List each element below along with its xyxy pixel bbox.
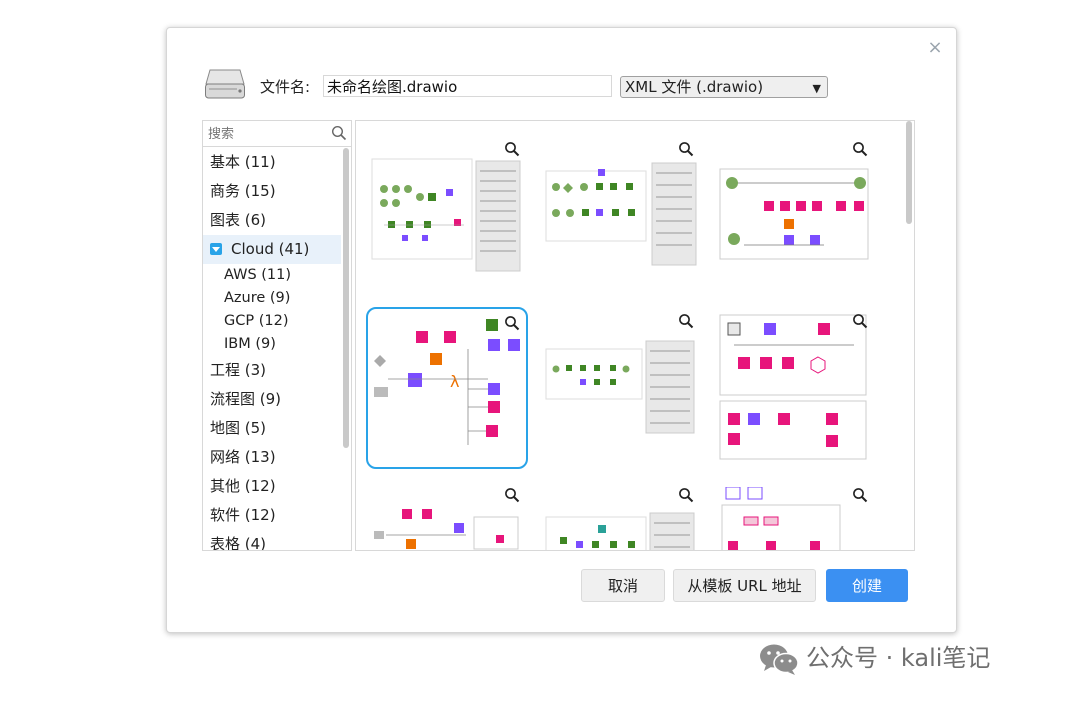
category-engineering[interactable]: 工程 (3) (203, 356, 341, 385)
zoom-icon[interactable] (678, 141, 694, 157)
category-flowchart[interactable]: 流程图 (9) (203, 385, 341, 414)
category-charts[interactable]: 图表 (6) (203, 206, 341, 235)
search-box (203, 121, 351, 147)
category-basic[interactable]: 基本 (11) (203, 148, 341, 177)
zoom-icon[interactable] (504, 141, 520, 157)
create-button[interactable]: 创建 (826, 569, 908, 602)
category-panel: 基本 (11) 商务 (15) 图表 (6) Cloud (41) AWS (1… (202, 120, 352, 551)
from-template-url-button[interactable]: 从模板 URL 地址 (673, 569, 816, 602)
category-tables[interactable]: 表格 (4) (203, 530, 341, 550)
template-thumbnail[interactable] (540, 141, 702, 303)
format-select[interactable]: XML 文件 (.drawio) ▼ (620, 76, 828, 98)
drive-icon (205, 69, 245, 99)
zoom-icon[interactable] (504, 315, 520, 331)
zoom-icon[interactable] (678, 487, 694, 503)
category-scrollbar[interactable] (343, 148, 349, 448)
category-cloud-label: Cloud (41) (231, 240, 310, 258)
category-cloud[interactable]: Cloud (41) (203, 235, 341, 264)
subcategory-gcp[interactable]: GCP (12) (203, 310, 341, 333)
category-maps[interactable]: 地图 (5) (203, 414, 341, 443)
watermark: 公众号 · kali笔记 (758, 640, 990, 676)
subcategory-aws[interactable]: AWS (11) (203, 264, 341, 287)
zoom-icon[interactable] (852, 487, 868, 503)
subcategory-ibm[interactable]: IBM (9) (203, 333, 341, 356)
subcategory-azure[interactable]: Azure (9) (203, 287, 341, 310)
search-input[interactable] (206, 124, 328, 144)
format-select-value: XML 文件 (.drawio) (625, 78, 764, 96)
template-thumbnail[interactable] (714, 141, 876, 303)
zoom-icon[interactable] (504, 487, 520, 503)
template-gallery: λ (355, 120, 915, 551)
category-list: 基本 (11) 商务 (15) 图表 (6) Cloud (41) AWS (1… (203, 148, 341, 550)
template-scrollbar[interactable] (906, 121, 912, 224)
category-software[interactable]: 软件 (12) (203, 501, 341, 530)
zoom-icon[interactable] (852, 141, 868, 157)
filename-label: 文件名: (260, 78, 311, 96)
cancel-button[interactable]: 取消 (581, 569, 665, 602)
filename-input[interactable] (323, 75, 612, 97)
wechat-icon (760, 644, 799, 675)
template-thumbnail-selected[interactable]: λ (366, 307, 528, 469)
template-thumbnail[interactable] (714, 313, 876, 475)
collapse-icon (210, 243, 222, 255)
category-other[interactable]: 其他 (12) (203, 472, 341, 501)
template-thumbnail[interactable] (366, 141, 528, 303)
close-icon[interactable]: × (927, 38, 943, 58)
svg-text:λ: λ (450, 372, 459, 391)
template-thumbnail[interactable] (540, 487, 702, 550)
template-thumbnail[interactable] (540, 313, 702, 475)
zoom-icon[interactable] (852, 313, 868, 329)
template-thumbnail[interactable] (714, 487, 876, 550)
category-business[interactable]: 商务 (15) (203, 177, 341, 206)
watermark-text: 公众号 · kali笔记 (806, 644, 991, 672)
search-icon[interactable] (331, 125, 347, 141)
zoom-icon[interactable] (678, 313, 694, 329)
chevron-down-icon: ▼ (812, 82, 821, 95)
template-thumbnail[interactable] (366, 487, 528, 550)
category-network[interactable]: 网络 (13) (203, 443, 341, 472)
